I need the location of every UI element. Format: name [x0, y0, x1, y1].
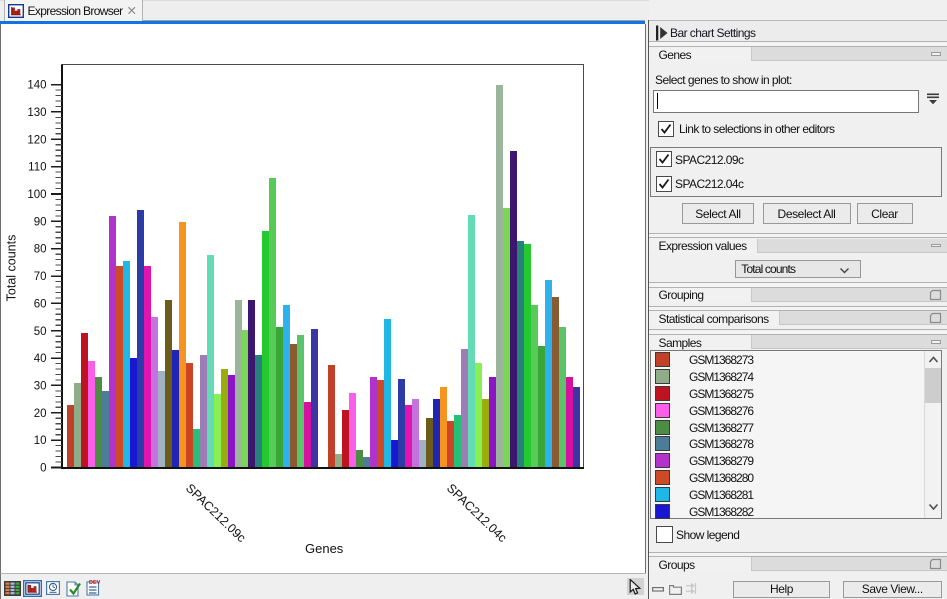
svg-text:DEV: DEV: [89, 580, 101, 586]
